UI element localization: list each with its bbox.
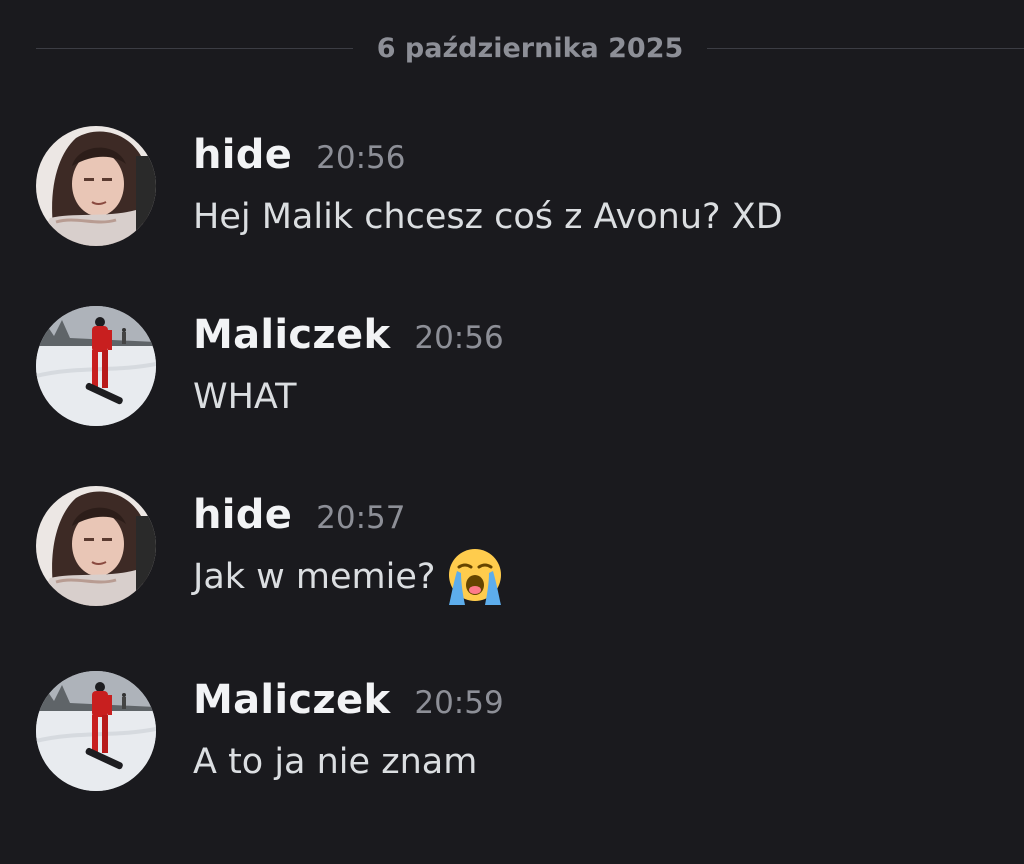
message[interactable]: Maliczek 20:59 A to ja nie znam (36, 671, 1004, 795)
user-avatar-hide[interactable] (36, 126, 156, 246)
date-divider-label: 6 października 2025 (376, 32, 684, 64)
divider-line (707, 47, 1024, 49)
author-name[interactable]: Maliczek (193, 312, 390, 358)
hide-avatar-icon (36, 126, 156, 246)
chat-view: 6 października 2025 hide 20:56 Hej Malik… (0, 0, 1024, 864)
author-name[interactable]: hide (193, 132, 292, 178)
message-timestamp[interactable]: 20:56 (316, 140, 405, 176)
message-text: A to ja nie znam (193, 742, 478, 782)
message[interactable]: hide 20:56 Hej Malik chcesz coś z Avonu?… (36, 126, 1004, 250)
message-text: WHAT (193, 377, 297, 417)
message-timestamp[interactable]: 20:57 (316, 500, 405, 536)
message[interactable]: Maliczek 20:56 WHAT (36, 306, 1004, 430)
loudly-crying-face-icon (443, 545, 507, 609)
message-content: Hej Malik chcesz coś z Avonu? XD (193, 192, 1004, 242)
divider-line (36, 47, 353, 49)
date-divider: 6 października 2025 (36, 28, 1024, 68)
message-content: Jak w memie? (193, 549, 1004, 605)
maliczek-avatar-icon (36, 671, 156, 791)
message-timestamp[interactable]: 20:56 (414, 320, 503, 356)
message-content: WHAT (193, 372, 1004, 422)
message-timestamp[interactable]: 20:59 (414, 685, 503, 721)
message[interactable]: hide 20:57 Jak w memie? (36, 486, 1004, 610)
author-name[interactable]: hide (193, 492, 292, 538)
user-avatar-maliczek[interactable] (36, 306, 156, 426)
message-text: Jak w memie? (193, 557, 436, 597)
message-content: A to ja nie znam (193, 737, 1004, 787)
message-text: Hej Malik chcesz coś z Avonu? XD (193, 197, 783, 237)
author-name[interactable]: Maliczek (193, 677, 390, 723)
hide-avatar-icon (36, 486, 156, 606)
user-avatar-hide[interactable] (36, 486, 156, 606)
maliczek-avatar-icon (36, 306, 156, 426)
user-avatar-maliczek[interactable] (36, 671, 156, 791)
